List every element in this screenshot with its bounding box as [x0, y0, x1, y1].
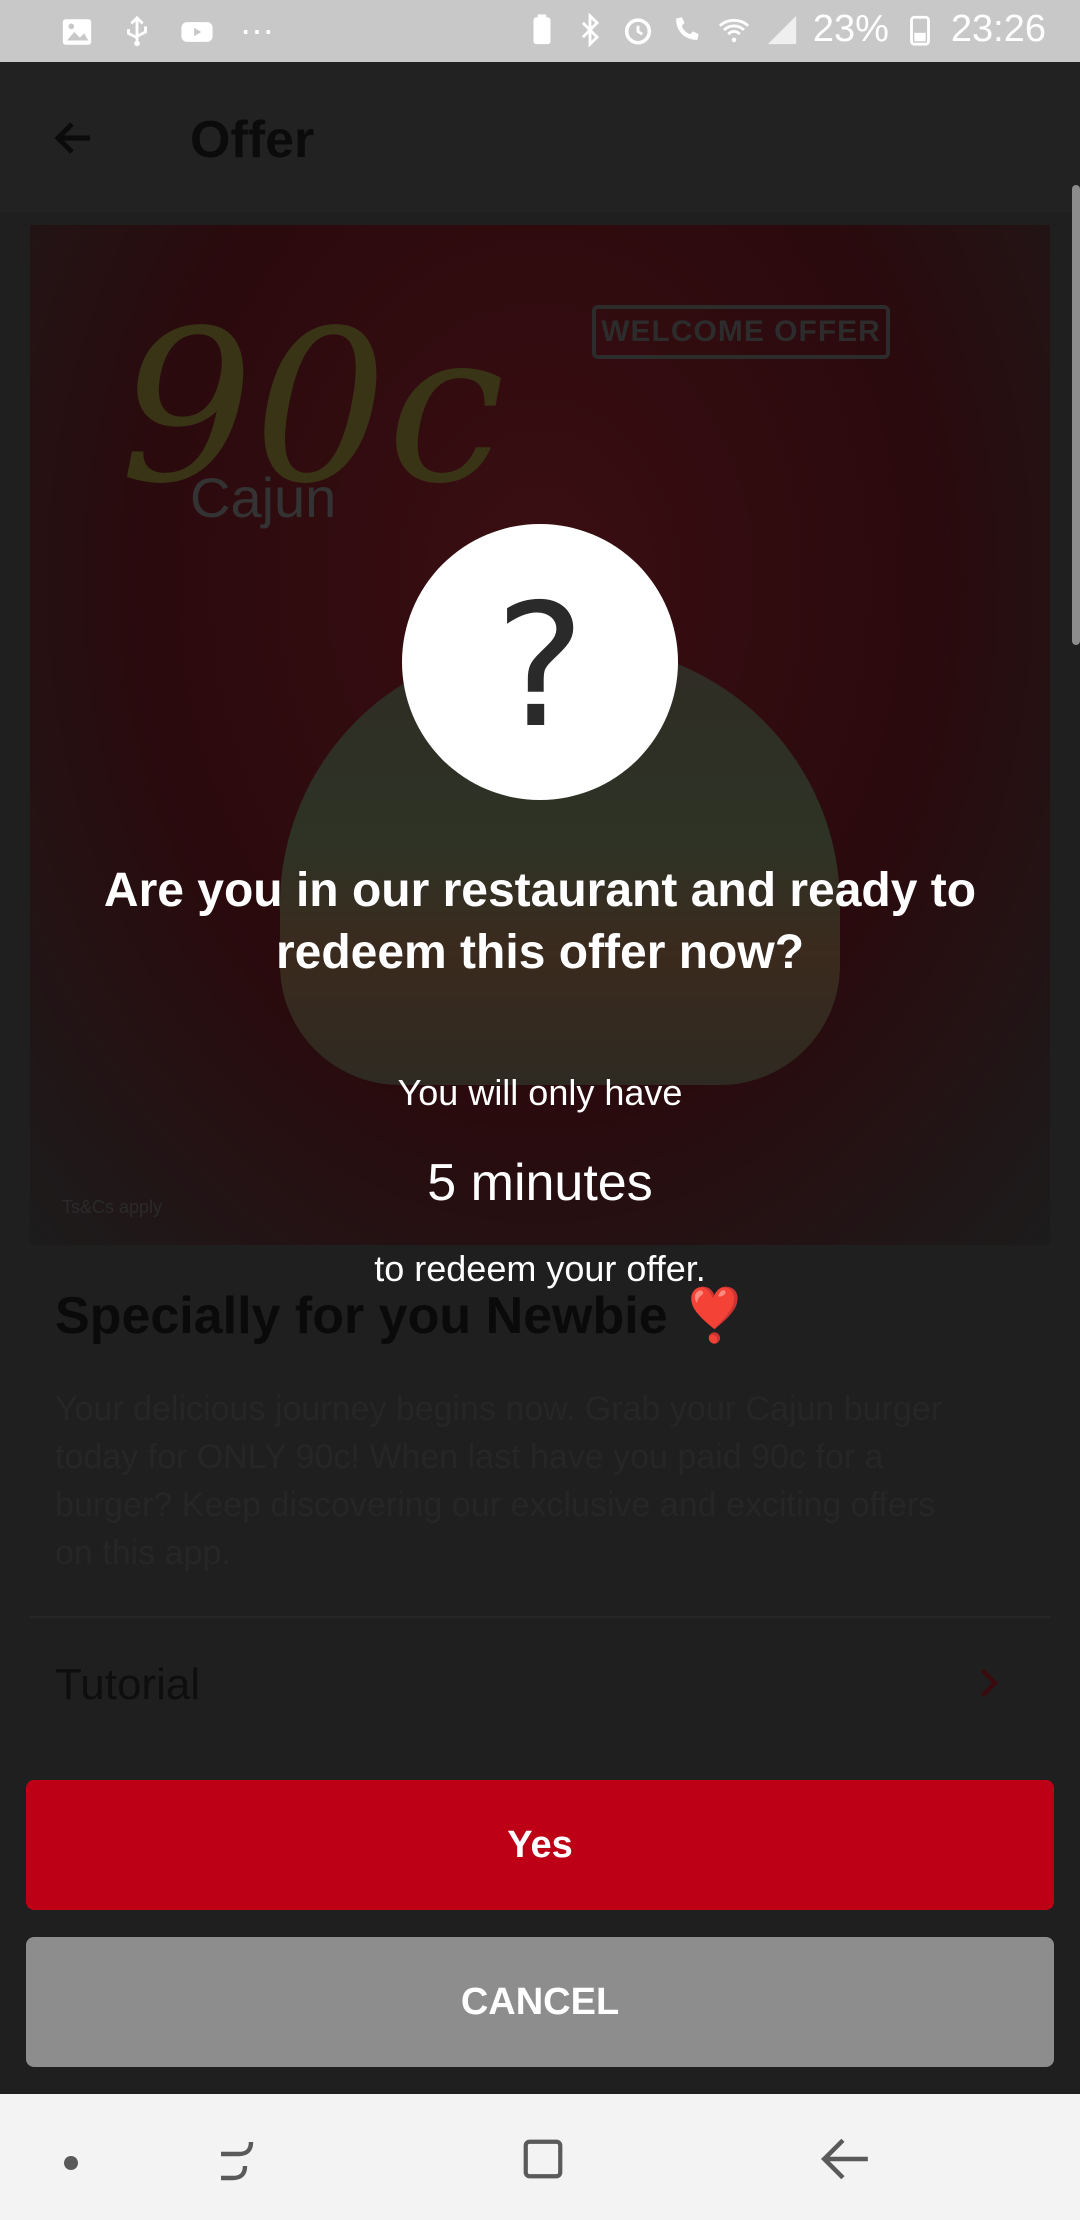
- recent-apps-icon[interactable]: [215, 2136, 263, 2184]
- usb-icon: [127, 15, 147, 47]
- cancel-button[interactable]: CANCEL: [26, 1937, 1054, 2067]
- clock: 23:26: [950, 8, 1046, 50]
- app-bar: Offer: [0, 62, 1080, 212]
- back-arrow-icon[interactable]: [50, 114, 98, 162]
- chevron-right-icon: [980, 1668, 999, 1698]
- bluetooth-icon: [581, 12, 599, 47]
- signal-icon: [767, 15, 797, 44]
- tutorial-row[interactable]: Tutorial: [30, 1618, 1050, 1748]
- scroll-indicator[interactable]: [1072, 185, 1080, 645]
- offer-description: Your delicious journey begins now. Grab …: [55, 1390, 943, 1572]
- wifi-icon: [718, 18, 749, 42]
- battery-percent: 23%: [812, 8, 889, 50]
- welcome-offer-badge: WELCOME OFFER: [592, 305, 890, 359]
- offer-heading: Specially for you Newbie ❣️: [55, 1287, 747, 1345]
- modal-line1: You will only have: [397, 1072, 683, 1113]
- battery-saver-icon: [533, 13, 551, 44]
- question-mark-icon: ?: [494, 568, 586, 766]
- notification-icons: ⋯: [60, 12, 274, 52]
- nav-back-icon[interactable]: [818, 2134, 872, 2184]
- alarm-icon: [624, 17, 651, 45]
- banner-product-name: Cajun: [190, 466, 337, 529]
- system-nav-bar: [0, 2094, 1080, 2220]
- modal-minutes: 5 minutes: [427, 1154, 653, 1212]
- system-icons: 23% 23:26: [525, 8, 1046, 51]
- modal-title: Are you in our restaurant and ready to r…: [103, 864, 977, 979]
- more-notifications-icon: ⋯: [240, 13, 274, 51]
- question-icon-circle: ?: [402, 524, 678, 800]
- page-title: Offer: [190, 111, 315, 169]
- yes-button[interactable]: Yes: [26, 1780, 1054, 1910]
- status-bar: ⋯ 23% 23:26: [0, 0, 1080, 62]
- wifi-calling-icon: [675, 16, 699, 40]
- gallery-icon: [62, 19, 92, 45]
- modal-line2: to redeem your offer.: [374, 1248, 706, 1289]
- battery-icon: [909, 15, 930, 46]
- home-icon[interactable]: [520, 2136, 566, 2182]
- tutorial-label: Tutorial: [55, 1660, 201, 1709]
- youtube-icon: [181, 22, 213, 42]
- nav-dot-icon[interactable]: [64, 2156, 78, 2170]
